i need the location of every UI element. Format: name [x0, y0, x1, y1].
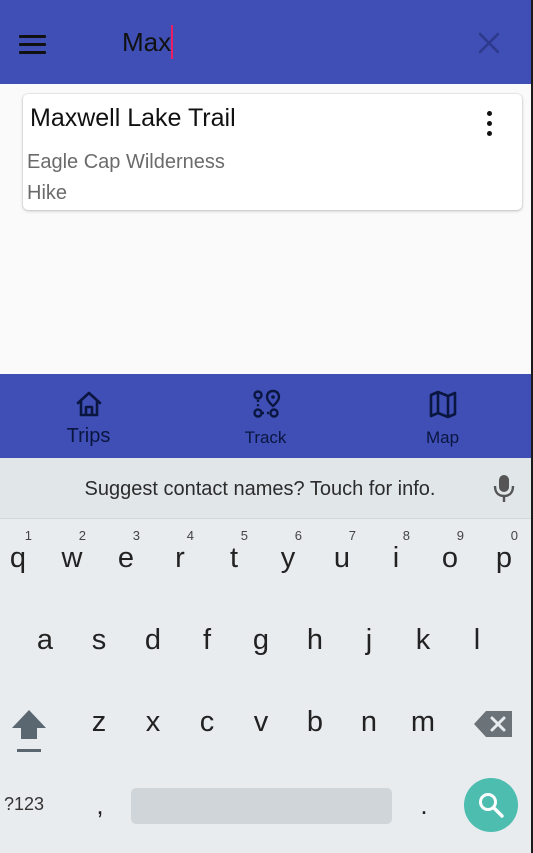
key-o[interactable]: 9o	[423, 520, 477, 590]
nav-item-map[interactable]: Map	[354, 374, 531, 458]
period-key[interactable]: .	[414, 790, 434, 830]
home-icon	[76, 391, 101, 417]
space-bar[interactable]	[131, 788, 392, 824]
comma-key[interactable]: ,	[90, 790, 110, 830]
nav-item-trips[interactable]: Trips	[0, 374, 177, 458]
key-f[interactable]: f	[180, 602, 234, 672]
backspace-icon[interactable]	[472, 708, 516, 740]
key-l[interactable]: l	[450, 602, 504, 672]
map-icon	[429, 390, 456, 419]
key-m[interactable]: m	[396, 684, 450, 754]
key-z[interactable]: z	[72, 684, 126, 754]
soft-keyboard: Suggest contact names? Touch for info. 1…	[0, 458, 531, 853]
key-a[interactable]: a	[18, 602, 72, 672]
key-b[interactable]: b	[288, 684, 342, 754]
key-g[interactable]: g	[234, 602, 288, 672]
key-s[interactable]: s	[72, 602, 126, 672]
app-bar	[0, 0, 531, 84]
nav-label-trips: Trips	[66, 425, 111, 447]
shift-icon[interactable]	[6, 706, 52, 756]
result-area: Eagle Cap Wilderness	[27, 151, 225, 173]
nav-label-track: Track	[244, 428, 287, 447]
microphone-icon[interactable]	[490, 472, 518, 504]
key-c[interactable]: c	[180, 684, 234, 754]
key-e[interactable]: 3e	[99, 520, 153, 590]
key-p[interactable]: 0p	[477, 520, 531, 590]
search-key[interactable]	[464, 778, 518, 832]
text-cursor	[171, 25, 173, 59]
app-screen: Maxwell Lake Trail Eagle Cap Wilderness …	[0, 0, 533, 853]
more-vert-icon[interactable]	[478, 108, 502, 140]
results-list: Maxwell Lake Trail Eagle Cap Wilderness …	[0, 84, 531, 374]
key-y[interactable]: 6y	[261, 520, 315, 590]
key-n[interactable]: n	[342, 684, 396, 754]
key-v[interactable]: v	[234, 684, 288, 754]
key-j[interactable]: j	[342, 602, 396, 672]
bottom-navigation: Trips Track Map	[0, 374, 531, 458]
key-k[interactable]: k	[396, 602, 450, 672]
search-icon	[479, 793, 504, 818]
symbols-key[interactable]: ?123	[4, 794, 60, 824]
search-field[interactable]	[122, 22, 173, 62]
result-title: Maxwell Lake Trail	[30, 104, 236, 132]
key-i[interactable]: 8i	[369, 520, 423, 590]
suggestion-text: Suggest contact names? Touch for info.	[84, 478, 436, 500]
search-input[interactable]	[122, 22, 172, 62]
key-x[interactable]: x	[126, 684, 180, 754]
key-d[interactable]: d	[126, 602, 180, 672]
key-h[interactable]: h	[288, 602, 342, 672]
suggestion-strip[interactable]: Suggest contact names? Touch for info.	[0, 458, 531, 519]
key-u[interactable]: 7u	[315, 520, 369, 590]
result-card[interactable]: Maxwell Lake Trail Eagle Cap Wilderness …	[23, 94, 522, 210]
key-t[interactable]: 5t	[207, 520, 261, 590]
key-r[interactable]: 4r	[153, 520, 207, 590]
route-icon	[252, 389, 280, 418]
result-type: Hike	[27, 182, 68, 204]
nav-label-map: Map	[425, 428, 460, 447]
key-q[interactable]: 1q	[0, 520, 45, 590]
close-icon[interactable]	[474, 28, 504, 58]
key-w[interactable]: 2w	[45, 520, 99, 590]
nav-item-track[interactable]: Track	[177, 374, 354, 458]
hamburger-menu-icon[interactable]	[14, 26, 52, 60]
